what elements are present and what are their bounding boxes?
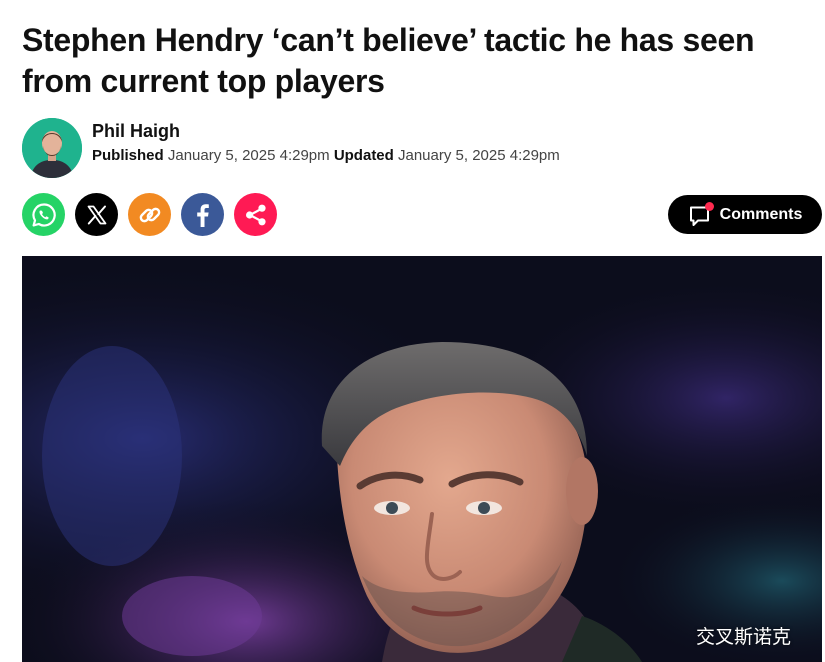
- share-buttons: [22, 193, 277, 236]
- x-icon: [87, 205, 106, 224]
- facebook-icon: [196, 203, 209, 227]
- updated-date: January 5, 2025 4:29pm: [397, 147, 560, 164]
- copy-link-button[interactable]: [128, 193, 171, 236]
- x-share-button[interactable]: [75, 193, 118, 236]
- updated-label: Updated: [333, 147, 394, 164]
- author-name[interactable]: Phil Haigh: [92, 120, 560, 142]
- byline: Phil Haigh Published January 5, 2025 4:2…: [22, 118, 560, 178]
- author-avatar[interactable]: [22, 118, 82, 178]
- facebook-share-button[interactable]: [181, 193, 224, 236]
- comments-button[interactable]: Comments: [668, 195, 822, 234]
- notification-dot: [704, 201, 714, 211]
- comment-icon: [688, 201, 714, 226]
- comments-label: Comments: [719, 205, 803, 223]
- publish-dates: Published January 5, 2025 4:29pm Updated…: [92, 147, 560, 165]
- whatsapp-icon: [31, 202, 56, 227]
- share-icon: [245, 204, 266, 225]
- link-icon: [139, 207, 160, 222]
- hero-image: [22, 256, 822, 662]
- article-headline: Stephen Hendry ‘can’t believe’ tactic he…: [22, 22, 755, 99]
- published-date: January 5, 2025 4:29pm: [167, 147, 330, 164]
- whatsapp-share-button[interactable]: [22, 193, 65, 236]
- published-label: Published: [92, 147, 164, 164]
- share-button[interactable]: [234, 193, 277, 236]
- watermark-text: 交叉斯诺克: [696, 626, 792, 648]
